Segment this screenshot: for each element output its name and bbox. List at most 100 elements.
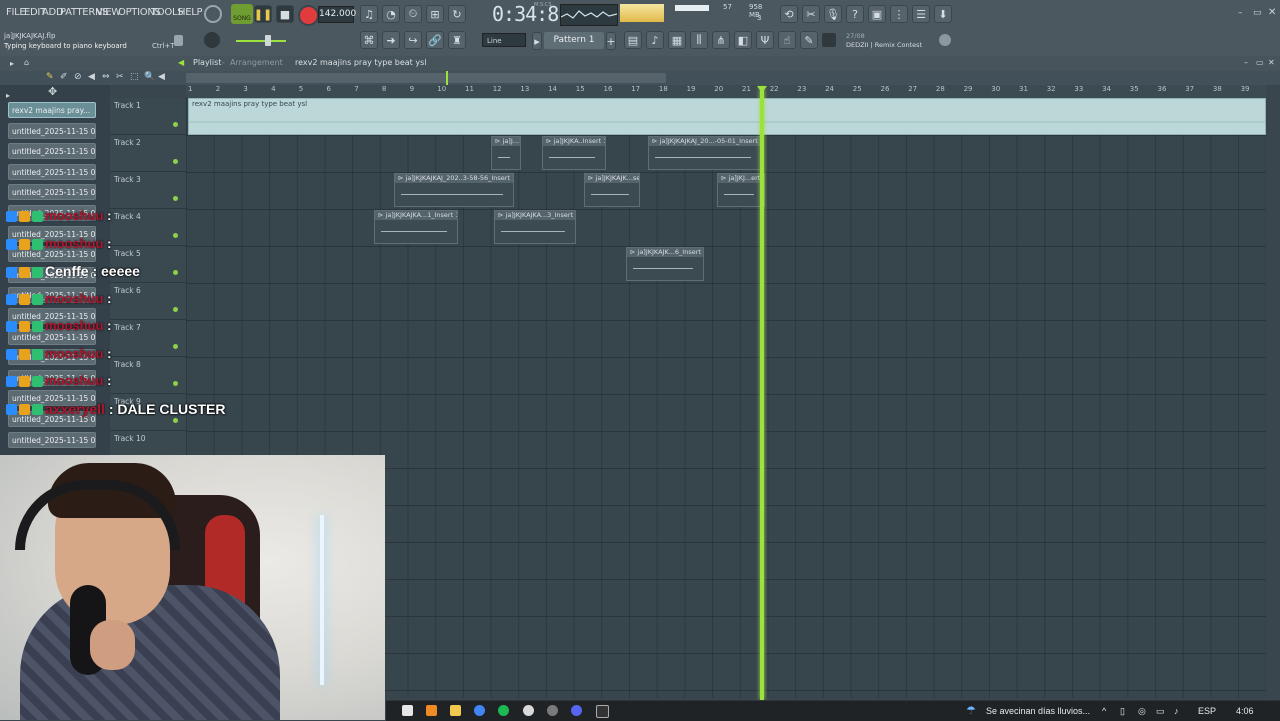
plugin-picker-icon[interactable]: ◧ (734, 31, 752, 49)
pattern-clip[interactable]: ⊳ ja]JKJKA..Insert 1 (542, 136, 606, 170)
taskbar-chrome-icon[interactable] (474, 705, 485, 716)
tray-app2-icon[interactable]: ◎ (1138, 706, 1146, 717)
vertical-scrollbar[interactable] (1266, 98, 1280, 698)
taskbar-discord-icon[interactable] (571, 705, 582, 716)
mixer-icon[interactable]: ⫼ (690, 31, 708, 49)
pattern-item[interactable]: rexv2 maajins pray... (8, 102, 96, 118)
pattern-item[interactable]: untitled_2025-11-15 03-... (8, 431, 96, 448)
picker-move-icon[interactable]: ✥ (48, 85, 57, 98)
tray-chevron-icon[interactable]: ^ (1102, 706, 1106, 716)
menu-help[interactable]: HELP (178, 7, 203, 18)
link-icon[interactable]: 🔗 (426, 31, 444, 49)
snap-select[interactable]: Line (482, 33, 526, 47)
pattern-item[interactable]: untitled_2025-11-15 03-... (8, 163, 96, 180)
pencil-tool-icon[interactable]: ✎ (46, 72, 54, 82)
record-button[interactable] (298, 5, 319, 26)
picker-arrows-icon[interactable]: ▸ (6, 91, 10, 100)
online-globe-icon[interactable] (939, 34, 951, 46)
track-header[interactable]: Track 3 (110, 172, 186, 209)
playlist-close-icon[interactable]: ✕ (1268, 58, 1275, 67)
lock-icon[interactable] (174, 35, 183, 46)
pattern-clip[interactable]: ⊳ ja]JKJKAJKAJ_20...-05-01_Insert 1 (648, 136, 762, 170)
metronome-icon[interactable]: ♫ (360, 5, 378, 23)
taskbar-obs-icon[interactable] (547, 705, 558, 716)
playhead-marker-icon[interactable] (757, 86, 767, 93)
track-header[interactable]: Track 2 (110, 135, 186, 172)
playback-tool-icon[interactable]: ◀ (158, 72, 165, 82)
slip-tool-icon[interactable]: ⇔ (102, 72, 110, 82)
song-time-display[interactable]: 0:34:81 M:S:CS (478, 2, 570, 26)
master-volume-knob[interactable] (204, 5, 222, 23)
window-maximize-icon[interactable]: ▭ (1253, 8, 1262, 18)
wait-input-icon[interactable]: ◔ (382, 5, 400, 23)
taskbar-app-icon[interactable] (523, 705, 534, 716)
master-volume-slider[interactable] (236, 40, 286, 42)
pattern-clip[interactable]: ⊳ ja]JKJKAJKA...1_Insert 1 (374, 210, 458, 244)
pattern-prev-icon[interactable]: ▸ (532, 32, 542, 50)
loop-record-icon[interactable]: ↻ (448, 5, 466, 23)
script-icon[interactable]: ✎ (800, 31, 818, 49)
channel-rack-icon[interactable]: ▦ (668, 31, 686, 49)
tuning-fork-icon[interactable]: Ψ (756, 31, 774, 49)
pattern-add-icon[interactable]: + (606, 32, 616, 50)
touch-keyboard-icon[interactable]: ☝ (778, 31, 796, 49)
window-close-icon[interactable]: ✕ (1268, 7, 1276, 18)
track-active-indicator[interactable] (173, 196, 178, 201)
track-active-indicator[interactable] (173, 159, 178, 164)
magnet-icon[interactable]: ⌂ (24, 58, 29, 67)
delete-tool-icon[interactable]: ⊘ (74, 72, 82, 82)
mixer-link-icon[interactable]: ✂ (802, 5, 820, 23)
chat-icon[interactable]: ☰ (912, 5, 930, 23)
arrow-right-icon[interactable]: ➜ (382, 31, 400, 49)
pause-button[interactable]: ❚❚ (254, 5, 272, 23)
zoom-tool-icon[interactable]: 🔍 (144, 72, 155, 82)
news-icon[interactable] (822, 33, 836, 47)
pattern-item[interactable]: untitled_2025-11-15 03-... (8, 143, 96, 160)
pattern-item[interactable]: untitled_2025-11-15 03-... (8, 184, 96, 201)
track-header[interactable]: Track 1 (110, 98, 186, 135)
stamp-icon[interactable]: ♜ (448, 31, 466, 49)
master-pitch-knob[interactable] (204, 32, 220, 48)
playlist-view-icon[interactable]: ▤ (624, 31, 642, 49)
pattern-clip[interactable]: ⊳ ja]JKJ...ert 1 (717, 173, 765, 207)
tempo-display[interactable]: 142.000 (318, 6, 356, 23)
undo-history-icon[interactable]: ⟲ (780, 5, 798, 23)
speaker-icon[interactable]: ♪ (1174, 706, 1179, 716)
language-indicator[interactable]: ESP (1198, 706, 1216, 716)
window-minimize-icon[interactable]: – (1238, 8, 1243, 18)
weather-text[interactable]: Se avecinan días lluvios... (986, 706, 1090, 716)
network-icon[interactable]: ▭ (1156, 706, 1165, 717)
playlist-menu-arrow-icon[interactable]: ▸ (10, 59, 14, 68)
browser-icon[interactable]: ⋔ (712, 31, 730, 49)
pattern-clip[interactable]: ⊳ ja]JKJKAJKAJ_202..3-58-56_Insert 1 (394, 173, 514, 207)
menu-file[interactable]: FILE (6, 7, 26, 18)
audio-clip-track1[interactable]: rexv2 maajins pray type beat ysl (188, 98, 1266, 135)
plugin-database-icon[interactable]: ⋮ (890, 5, 908, 23)
slice-tool-icon[interactable]: ✂ (116, 72, 124, 82)
volume-slider-handle[interactable] (265, 35, 271, 46)
tray-app-icon[interactable]: ▯ (1120, 706, 1125, 717)
taskbar-spotify-icon[interactable] (498, 705, 509, 716)
track-active-indicator[interactable] (173, 122, 178, 127)
taskbar-capcut-icon[interactable] (596, 705, 609, 718)
pattern-item[interactable]: untitled_2025-11-15 03-... (8, 122, 96, 139)
step-edit-icon[interactable]: ⊞ (426, 5, 444, 23)
microphone-icon[interactable]: 🎙 (824, 5, 842, 23)
snap-magnet-icon[interactable]: ⌘ (360, 31, 378, 49)
piano-roll-icon[interactable]: ♪ (646, 31, 664, 49)
pattern-clip[interactable]: ⊳ ja]J...1 (491, 136, 521, 170)
news-text[interactable]: DEDZII | Remix Contest (846, 41, 922, 49)
taskbar-start-icon[interactable] (402, 705, 413, 716)
pattern-clip[interactable]: ⊳ ja]JKJKAJKA...3_Insert 1 (494, 210, 576, 244)
pattern-clip[interactable]: ⊳ ja]JKJKAJK...6_Insert 1 (626, 247, 704, 281)
clock[interactable]: 4:06 (1236, 706, 1254, 716)
playlist-maximize-icon[interactable]: ▭ (1256, 58, 1264, 67)
playlist-breadcrumb[interactable]: rexv2 maajins pray type beat ysl (295, 58, 427, 67)
taskbar-explorer-icon[interactable] (450, 705, 461, 716)
select-tool-icon[interactable]: ⬚ (130, 72, 139, 82)
mute-tool-icon[interactable]: ◀ (88, 72, 95, 82)
redo-icon[interactable]: ↪ (404, 31, 422, 49)
download-icon[interactable]: ⬇ (934, 5, 952, 23)
brush-tool-icon[interactable]: ✐ (60, 72, 68, 82)
pattern-selector[interactable]: Pattern 1 (544, 32, 604, 49)
